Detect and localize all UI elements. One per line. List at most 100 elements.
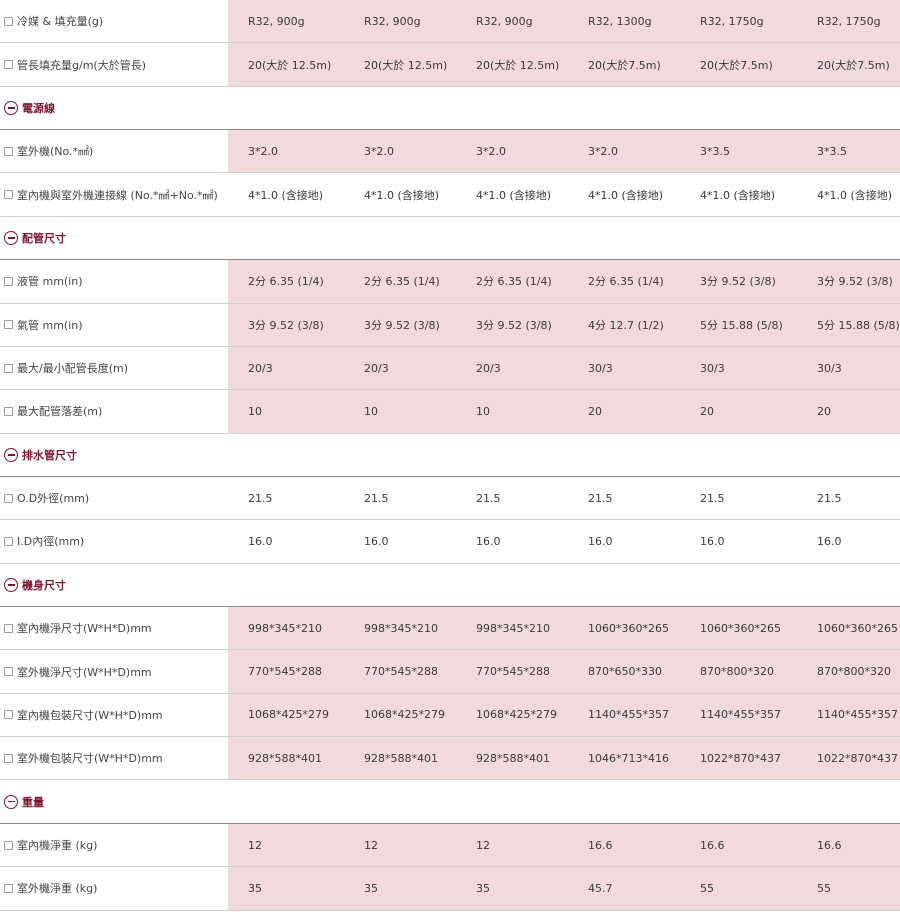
value-cell-model-3: 928*588*401 xyxy=(476,751,550,765)
spec-row: 液管 mm(in) 2分 6.35 (1/4) 2分 6.35 (1/4) 2分 6.… xyxy=(0,260,900,304)
section-toggle[interactable]: 電源線 xyxy=(4,87,55,129)
row-checkbox[interactable] xyxy=(4,840,13,850)
row-label: 室內機包裝尺寸(W*H*D)mm xyxy=(4,694,163,736)
section-toggle[interactable]: 重量 xyxy=(4,780,44,822)
row-values: 20(大於 12.5m) 20(大於 12.5m) 20(大於 12.5m) 20(大… xyxy=(228,43,900,86)
row-checkbox[interactable] xyxy=(4,276,13,286)
row-checkbox[interactable] xyxy=(4,406,13,416)
spec-row: 管長填充量g/m(大於管長) 20(大於 12.5m) 20(大於 12.5m) 20… xyxy=(0,43,900,87)
row-label-text: 室內機包裝尺寸(W*H*D)mm xyxy=(17,708,163,722)
value-cell-model-2: 2分 6.35 (1/4) xyxy=(364,275,440,289)
row-label-text: 室外機淨重 (kg) xyxy=(17,882,98,896)
value-cell-model-3: 12 xyxy=(476,838,490,852)
spec-row: 室外機(No.*㎟) 3*2.0 3*2.0 3*2.0 3*2.0 3*3.5 3*3.5 xyxy=(0,130,900,174)
value-cell-model-2: 20/3 xyxy=(364,361,389,375)
value-cell-model-1: 16.0 xyxy=(248,534,273,548)
value-cell-model-5: 3分 9.52 (3/8) xyxy=(700,275,776,289)
value-cell-model-6: 3分 9.52 (3/8) xyxy=(817,275,893,289)
value-cell-model-3: 3*2.0 xyxy=(476,144,506,158)
row-label: 室內機淨尺寸(W*H*D)mm xyxy=(4,607,152,649)
row-label-text: 室外機淨尺寸(W*H*D)mm xyxy=(17,665,152,679)
row-checkbox[interactable] xyxy=(4,363,13,373)
value-cell-model-4: 3*2.0 xyxy=(588,144,618,158)
section-header: 排水管尺寸 xyxy=(0,434,900,477)
row-values: 2分 6.35 (1/4) 2分 6.35 (1/4) 2分 6.35 (1/4) 2… xyxy=(228,260,900,303)
spec-row: 室外機淨尺寸(W*H*D)mm 770*545*288 770*545*288 770… xyxy=(0,650,900,694)
row-label-text: 室內機淨重 (kg) xyxy=(17,839,98,852)
row-label-text: 室外機包裝尺寸(W*H*D)mm xyxy=(17,752,163,766)
spec-row: I.D內徑(mm) 16.0 16.0 16.0 16.0 16.0 16.0 xyxy=(0,520,900,564)
row-checkbox[interactable] xyxy=(4,320,13,330)
value-cell-model-4: 45.7 xyxy=(588,881,613,895)
row-values: 4*1.0 (含接地) 4*1.0 (含接地) 4*1.0 (含接地) 4*1.0 (… xyxy=(228,173,900,215)
row-checkbox[interactable] xyxy=(4,60,13,70)
row-checkbox[interactable] xyxy=(4,710,13,720)
value-cell-model-6: 16.6 xyxy=(817,838,842,852)
spec-row: 冷媒 & 填充量(g) R32, 900g R32, 900g R32, 900g R3… xyxy=(0,0,900,44)
row-checkbox[interactable] xyxy=(4,753,13,763)
value-cell-model-4: 870*650*330 xyxy=(588,665,662,679)
row-checkbox[interactable] xyxy=(4,190,13,200)
spec-row: 最大/最小配管長度(m) 20/3 20/3 20/3 30/3 30/3 30/3 xyxy=(0,346,900,391)
value-cell-model-2: 3*2.0 xyxy=(364,144,394,158)
spec-row: 最大配管落差(m) 10 10 10 20 20 20 xyxy=(0,390,900,434)
section-title: 機身尺寸 xyxy=(22,578,66,592)
row-checkbox[interactable] xyxy=(4,146,13,156)
value-cell-model-1: 2分 6.35 (1/4) xyxy=(248,275,324,289)
section-toggle[interactable]: 配管尺寸 xyxy=(4,217,66,259)
row-checkbox[interactable] xyxy=(4,623,13,633)
row-label-text: 冷媒 & 填充量(g) xyxy=(17,15,104,29)
value-cell-model-1: 928*588*401 xyxy=(248,751,322,765)
section-title: 配管尺寸 xyxy=(22,231,66,245)
value-cell-model-1: R32, 900g xyxy=(248,14,305,28)
value-cell-model-4: 20 xyxy=(588,404,602,418)
value-cell-model-2: 1068*425*279 xyxy=(364,708,445,722)
value-cell-model-3: 21.5 xyxy=(476,491,501,505)
value-cell-model-4: 16.6 xyxy=(588,838,613,852)
value-cell-model-3: 10 xyxy=(476,404,490,418)
value-cell-model-5: 30/3 xyxy=(700,361,725,375)
row-values: R32, 900g R32, 900g R32, 900g R32, 1300g R32… xyxy=(228,0,900,43)
value-cell-model-4: 1140*455*357 xyxy=(588,708,669,722)
row-checkbox[interactable] xyxy=(4,883,13,893)
row-label: 室外機淨尺寸(W*H*D)mm xyxy=(4,650,152,692)
row-label: 最大配管落差(m) xyxy=(4,390,102,432)
row-values: 3*2.0 3*2.0 3*2.0 3*2.0 3*3.5 3*3.5 xyxy=(228,130,900,173)
value-cell-model-5: 1022*870*437 xyxy=(700,751,781,765)
row-values: 998*345*210 998*345*210 998*345*210 1060*36… xyxy=(228,607,900,650)
value-cell-model-6: 21.5 xyxy=(817,491,842,505)
row-label: 室外機(No.*㎟) xyxy=(4,130,93,172)
row-checkbox[interactable] xyxy=(4,16,13,26)
value-cell-model-3: 20/3 xyxy=(476,361,501,375)
row-label: 最大/最小配管長度(m) xyxy=(4,347,128,389)
value-cell-model-5: 55 xyxy=(700,881,714,895)
row-values: 35 35 35 45.7 55 55 xyxy=(228,867,900,910)
spec-table: 冷媒 & 填充量(g) R32, 900g R32, 900g R32, 900g R3… xyxy=(0,0,900,911)
row-label: 管長填充量g/m(大於管長) xyxy=(4,43,146,85)
section-toggle[interactable]: 機身尺寸 xyxy=(4,564,66,606)
value-cell-model-1: 1068*425*279 xyxy=(248,708,329,722)
spec-row: 室外機包裝尺寸(W*H*D)mm 928*588*401 928*588*401 92… xyxy=(0,737,900,781)
row-label: 液管 mm(in) xyxy=(4,260,83,302)
value-cell-model-2: 10 xyxy=(364,404,378,418)
spec-row: 室內機與室外機連接線 (No.*㎟+No.*㎟) 4*1.0 (含接地) 4*1.0… xyxy=(0,173,900,217)
section-toggle[interactable]: 排水管尺寸 xyxy=(4,434,77,476)
value-cell-model-5: 21.5 xyxy=(700,491,725,505)
value-cell-model-1: 770*545*288 xyxy=(248,665,322,679)
value-cell-model-4: 30/3 xyxy=(588,361,613,375)
row-checkbox[interactable] xyxy=(4,667,13,677)
value-cell-model-5: 4*1.0 (含接地) xyxy=(700,188,776,202)
row-checkbox[interactable] xyxy=(4,493,13,503)
row-values: 21.5 21.5 21.5 21.5 21.5 21.5 xyxy=(228,477,900,519)
value-cell-model-3: 1068*425*279 xyxy=(476,708,557,722)
row-values: 10 10 10 20 20 20 xyxy=(228,390,900,433)
minus-circle-icon xyxy=(4,794,18,809)
row-values: 16.0 16.0 16.0 16.0 16.0 16.0 xyxy=(228,520,900,562)
row-label: 氣管 mm(in) xyxy=(4,304,83,346)
spec-row: O.D外徑(mm) 21.5 21.5 21.5 21.5 21.5 21.5 xyxy=(0,477,900,521)
minus-circle-icon xyxy=(4,577,18,592)
value-cell-model-2: 4*1.0 (含接地) xyxy=(364,188,440,202)
row-label: 室外機淨重 (kg) xyxy=(4,867,97,909)
row-checkbox[interactable] xyxy=(4,536,13,546)
value-cell-model-2: 770*545*288 xyxy=(364,665,438,679)
